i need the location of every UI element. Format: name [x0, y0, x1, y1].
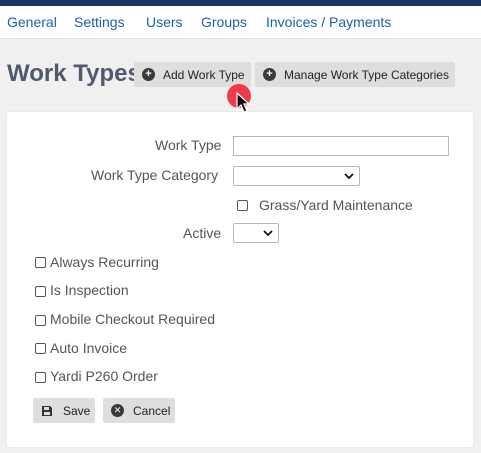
nav-general[interactable]: General: [7, 14, 57, 30]
is-inspection-label: Is Inspection: [50, 282, 129, 298]
chevron-down-icon: [344, 173, 354, 180]
plus-circle-icon: +: [142, 68, 155, 81]
always-recurring-checkbox[interactable]: [35, 257, 46, 268]
is-inspection-checkbox[interactable]: [35, 286, 46, 297]
work-type-category-label: Work Type Category: [91, 167, 219, 183]
grass-yard-label: Grass/Yard Maintenance: [259, 197, 413, 213]
manage-categories-label: Manage Work Type Categories: [284, 67, 449, 82]
cancel-label: Cancel: [133, 403, 171, 418]
work-type-form: Work Type Work Type Category Grass/Yard …: [7, 112, 473, 447]
page-title: Work Types: [7, 60, 141, 87]
yardi-p260-label: Yardi P260 Order: [50, 368, 158, 384]
always-recurring-label: Always Recurring: [50, 254, 159, 270]
add-work-type-label: Add Work Type: [163, 67, 245, 82]
plus-circle-icon: +: [263, 68, 276, 81]
floppy-disk-icon: [42, 405, 52, 416]
work-type-input[interactable]: [233, 136, 449, 156]
yardi-p260-checkbox[interactable]: [35, 372, 46, 383]
times-circle-icon: ✕: [111, 404, 124, 417]
nav-invoices-payments[interactable]: Invoices / Payments: [266, 14, 391, 30]
auto-invoice-label: Auto Invoice: [50, 340, 128, 356]
cancel-button[interactable]: ✕ Cancel: [103, 398, 175, 423]
work-type-category-select[interactable]: [233, 166, 360, 186]
save-button[interactable]: Save: [33, 398, 95, 423]
manage-categories-button[interactable]: + Manage Work Type Categories: [255, 62, 455, 87]
chevron-down-icon: [263, 230, 273, 237]
save-label: Save: [63, 403, 91, 418]
mouse-pointer-icon: [236, 92, 250, 113]
work-type-label: Work Type: [155, 137, 222, 153]
add-work-type-button[interactable]: + Add Work Type: [134, 62, 251, 87]
mobile-checkout-label: Mobile Checkout Required: [50, 311, 215, 327]
active-label: Active: [183, 225, 222, 241]
active-select[interactable]: [233, 223, 279, 243]
nav-users[interactable]: Users: [146, 14, 183, 30]
nav-groups[interactable]: Groups: [201, 14, 247, 30]
settings-nav: General Settings Users Groups Invoices /…: [0, 6, 481, 39]
mobile-checkout-checkbox[interactable]: [35, 315, 46, 326]
grass-yard-checkbox[interactable]: [237, 200, 248, 211]
auto-invoice-checkbox[interactable]: [35, 343, 46, 354]
nav-settings[interactable]: Settings: [74, 14, 125, 30]
